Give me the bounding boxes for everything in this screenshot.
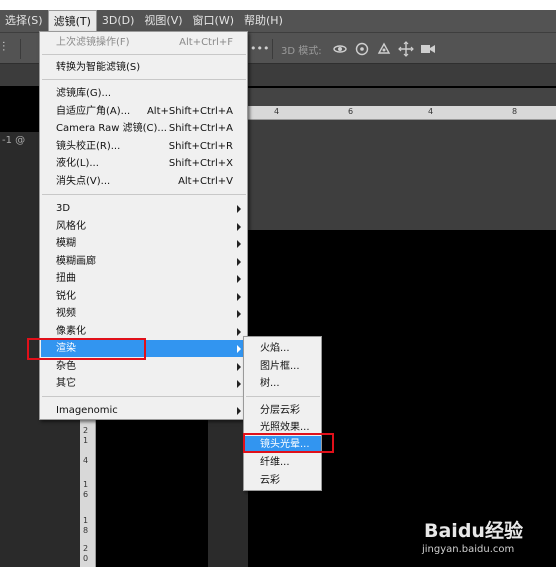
3d-mode-label: 3D 模式:: [281, 46, 322, 57]
separator: [272, 39, 273, 59]
ruler-tick: 1: [83, 436, 89, 445]
tool-options-icon[interactable]: ⫶: [2, 40, 5, 55]
ruler-tick: 2: [83, 426, 89, 435]
submenu-item-clouds[interactable]: 云彩: [245, 472, 321, 489]
menu-divider: [246, 396, 320, 397]
menu-3d[interactable]: 3D(D): [97, 10, 140, 32]
ruler-tick: 6: [348, 107, 354, 116]
menu-item-other[interactable]: 其它: [41, 375, 247, 392]
ruler-tick: 2: [83, 544, 89, 553]
menu-item-liquify[interactable]: 液化(L)... Shift+Ctrl+X: [41, 155, 247, 172]
roll-icon[interactable]: [354, 41, 370, 57]
menu-divider: [42, 54, 246, 55]
menu-item-distort[interactable]: 扭曲: [41, 270, 247, 287]
submenu-arrow-icon: [237, 407, 241, 415]
menu-item-lens-correction[interactable]: 镜头校正(R)... Shift+Ctrl+R: [41, 138, 247, 155]
menu-view[interactable]: 视图(V): [139, 10, 187, 32]
menu-select[interactable]: 选择(S): [0, 10, 48, 32]
menu-item-vanishing-point[interactable]: 消失点(V)... Alt+Ctrl+V: [41, 173, 247, 190]
submenu-item-picture-frame[interactable]: 图片框...: [245, 358, 321, 375]
submenu-item-tree[interactable]: 树...: [245, 375, 321, 392]
workspace-area: [248, 120, 556, 230]
menu-item-imagenomic[interactable]: Imagenomic: [41, 402, 247, 419]
document-tab-bar: [248, 88, 556, 106]
annotation-box-lens-flare: [243, 433, 334, 453]
submenu-arrow-icon: [237, 345, 241, 353]
submenu-item-fibers[interactable]: 纤维...: [245, 454, 321, 471]
render-submenu: 火焰... 图片框... 树... 分层云彩 光照效果... 镜头光晕... 纤…: [243, 336, 322, 491]
submenu-arrow-icon: [237, 275, 241, 283]
menu-item-adaptive-wide-angle[interactable]: 自适应广角(A)... Alt+Shift+Ctrl+A: [41, 103, 247, 120]
menu-item-noise[interactable]: 杂色: [41, 358, 247, 375]
menu-item-filter-gallery[interactable]: 滤镜库(G)...: [41, 85, 247, 102]
menu-help[interactable]: 帮助(H): [239, 10, 288, 32]
ruler-tick: 1: [83, 480, 89, 489]
canvas[interactable]: [96, 420, 208, 567]
document-tab[interactable]: -1 @ 66.: [0, 132, 40, 164]
ruler-tick: 4: [428, 107, 434, 116]
menu-item-blur[interactable]: 模糊: [41, 235, 247, 252]
ruler-tick: 0: [83, 554, 89, 563]
menu-divider: [42, 79, 246, 80]
camera-icon[interactable]: [420, 41, 436, 57]
menu-item-blur-gallery[interactable]: 模糊画廊: [41, 253, 247, 270]
menu-filter[interactable]: 滤镜(T): [47, 10, 97, 32]
horizontal-ruler[interactable]: 4 6 4 8: [248, 106, 556, 120]
watermark-brand: Baidu经验: [424, 520, 523, 542]
menu-divider: [42, 194, 246, 195]
drag-icon[interactable]: [376, 41, 392, 57]
submenu-arrow-icon: [237, 380, 241, 388]
ruler-tick: 8: [512, 107, 518, 116]
more-options-icon[interactable]: •••: [250, 42, 269, 55]
separator: [20, 39, 21, 59]
submenu-arrow-icon: [237, 328, 241, 336]
submenu-arrow-icon: [237, 310, 241, 318]
pasteboard: [208, 420, 248, 567]
menu-item-sharpen[interactable]: 锐化: [41, 288, 247, 305]
submenu-arrow-icon: [237, 240, 241, 248]
menu-window[interactable]: 窗口(W): [188, 10, 239, 32]
filter-menu: 上次滤镜操作(F) Alt+Ctrl+F 转换为智能滤镜(S) 滤镜库(G)...…: [39, 31, 248, 420]
vertical-ruler[interactable]: 2 1 4 1 6 1 8 2 0: [80, 420, 96, 567]
ruler-tick: 6: [83, 490, 89, 499]
top-strip: [0, 0, 556, 10]
menu-item-last-filter: 上次滤镜操作(F) Alt+Ctrl+F: [56, 37, 233, 48]
submenu-arrow-icon: [237, 293, 241, 301]
submenu-arrow-icon: [237, 223, 241, 231]
submenu-arrow-icon: [237, 363, 241, 371]
menu-item-stylize[interactable]: 风格化: [41, 218, 247, 235]
menubar: 选择(S) 滤镜(T) 3D(D) 视图(V) 窗口(W) 帮助(H): [0, 10, 556, 32]
orbit-icon[interactable]: [332, 41, 348, 57]
submenu-item-difference-clouds[interactable]: 分层云彩: [245, 402, 321, 419]
menu-item-convert-smart-filter[interactable]: 转换为智能滤镜(S): [41, 59, 247, 76]
menu-divider: [42, 396, 246, 397]
submenu-arrow-icon: [237, 205, 241, 213]
ruler-tick: 8: [83, 526, 89, 535]
slide-icon[interactable]: [398, 41, 414, 57]
menu-item-3d[interactable]: 3D: [41, 200, 247, 217]
annotation-box-render: [27, 338, 146, 360]
submenu-arrow-icon: [237, 258, 241, 266]
baidu-watermark: Baidu经验 jingyan.baidu.com: [420, 516, 550, 562]
menu-item-video[interactable]: 视频: [41, 305, 247, 322]
ruler-tick: 4: [274, 107, 280, 116]
submenu-item-flame[interactable]: 火焰...: [245, 340, 321, 357]
menu-item-camera-raw[interactable]: Camera Raw 滤镜(C)... Shift+Ctrl+A: [41, 120, 247, 137]
ruler-tick: 1: [83, 516, 89, 525]
ruler-tick: 4: [83, 456, 89, 465]
watermark-url: jingyan.baidu.com: [422, 544, 515, 555]
